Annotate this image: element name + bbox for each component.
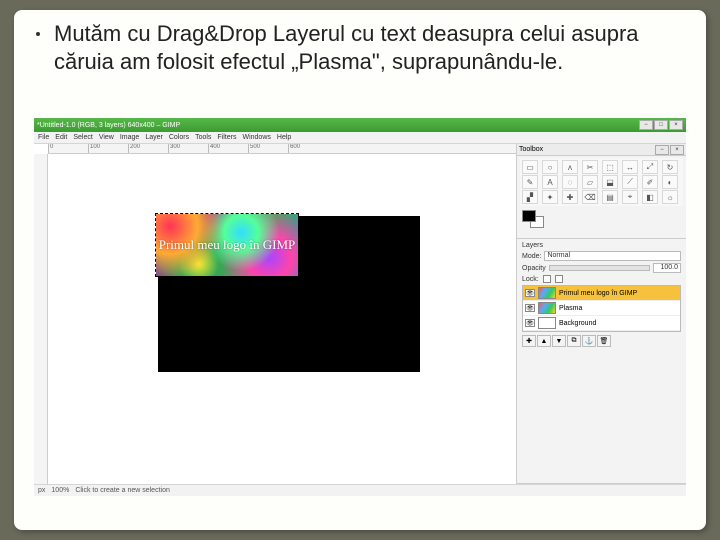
layer-name[interactable]: Plasma: [559, 305, 582, 312]
raise-layer-button[interactable]: ▲: [537, 335, 551, 347]
status-hint: Click to create a new selection: [75, 487, 170, 494]
menu-item[interactable]: Tools: [195, 134, 211, 141]
fg-bg-swatch[interactable]: [522, 210, 548, 232]
tool-button[interactable]: ✂: [582, 160, 598, 174]
opacity-label: Opacity: [522, 265, 546, 272]
visibility-toggle[interactable]: 👁: [525, 304, 535, 312]
layer-row[interactable]: 👁 Primul meu logo în GIMP: [523, 286, 680, 301]
status-unit: px: [38, 487, 45, 494]
layer-thumbnail: [538, 302, 556, 314]
tool-button[interactable]: ⟋: [622, 175, 638, 189]
minimize-button[interactable]: −: [639, 120, 653, 130]
tool-button[interactable]: ✚: [562, 190, 578, 204]
new-layer-button[interactable]: ✚: [522, 335, 536, 347]
tool-button[interactable]: ▱: [582, 175, 598, 189]
tool-button[interactable]: ⌫: [582, 190, 598, 204]
tool-button[interactable]: ✦: [542, 190, 558, 204]
window-titlebar: *Untitled-1.0 (RGB, 3 layers) 640x400 – …: [34, 118, 686, 132]
mode-select[interactable]: Normal: [544, 251, 681, 261]
menu-item[interactable]: Layer: [145, 134, 163, 141]
menu-item[interactable]: Filters: [217, 134, 236, 141]
ruler-horizontal: 0 100 200 300 400 500 600: [48, 144, 516, 154]
tool-button[interactable]: ⬓: [602, 175, 618, 189]
tool-button[interactable]: ▞: [522, 190, 538, 204]
status-bar: px 100% Click to create a new selection: [34, 484, 686, 496]
tool-button[interactable]: A: [542, 175, 558, 189]
ruler-vertical: [34, 154, 48, 484]
status-zoom[interactable]: 100%: [51, 487, 69, 494]
tool-button[interactable]: ▭: [522, 160, 538, 174]
panel-close-button[interactable]: ×: [670, 145, 684, 155]
panel-min-button[interactable]: −: [655, 145, 669, 155]
logo-text: Primul meu logo în GIMP: [159, 238, 296, 253]
window-title: *Untitled-1.0 (RGB, 3 layers) 640x400 – …: [37, 122, 180, 129]
menu-item[interactable]: File: [38, 134, 49, 141]
visibility-toggle[interactable]: 👁: [525, 319, 535, 327]
canvas-area[interactable]: 0 100 200 300 400 500 600 Primul meu log…: [34, 144, 516, 484]
menu-item[interactable]: Select: [73, 134, 92, 141]
tool-button[interactable]: ◌: [562, 175, 578, 189]
tool-button[interactable]: ✎: [522, 175, 538, 189]
layers-tab[interactable]: Layers: [522, 242, 543, 249]
delete-layer-button[interactable]: 🗑: [597, 335, 611, 347]
menu-item[interactable]: Colors: [169, 134, 189, 141]
tool-button[interactable]: ⌖: [622, 190, 638, 204]
tool-button[interactable]: ◧: [642, 190, 658, 204]
tool-button[interactable]: ✐: [642, 175, 658, 189]
layer-row[interactable]: 👁 Plasma: [523, 301, 680, 316]
menu-item[interactable]: Edit: [55, 134, 67, 141]
layer-thumbnail: [538, 317, 556, 329]
lock-label: Lock:: [522, 276, 539, 283]
duplicate-layer-button[interactable]: ⧉: [567, 335, 581, 347]
layer-name[interactable]: Background: [559, 320, 596, 327]
slide-bullet-text: Mutăm cu Drag&Drop Layerul cu text deasu…: [54, 20, 682, 75]
tool-button[interactable]: ☼: [662, 190, 678, 204]
layer-thumbnail: [538, 287, 556, 299]
tool-button[interactable]: ⤢: [642, 160, 658, 174]
plasma-text-layer[interactable]: Primul meu logo în GIMP: [156, 214, 298, 276]
menu-item[interactable]: Help: [277, 134, 291, 141]
image-canvas[interactable]: Primul meu logo în GIMP: [158, 216, 420, 372]
anchor-layer-button[interactable]: ⚓: [582, 335, 596, 347]
layers-panel: Layers Mode: Normal Opacity 100.0 Lock:: [517, 239, 686, 484]
lock-alpha-checkbox[interactable]: [555, 275, 563, 283]
bullet-icon: [36, 32, 40, 36]
lock-pixels-checkbox[interactable]: [543, 275, 551, 283]
tool-button[interactable]: ⬚: [602, 160, 618, 174]
toolbox-panel: ▭ ○ ᴧ ✂ ⬚ ↔ ⤢ ↻ ✎ A ◌ ▱ ⬓ ⟋ ✐ ◐ ▞ ✦ ✚ ⌫ ▤ ⌖ ◧ ☼: [517, 156, 686, 239]
layer-list: 👁 Primul meu logo în GIMP 👁 Plasma 👁: [522, 285, 681, 332]
visibility-toggle[interactable]: 👁: [525, 289, 535, 297]
tool-button[interactable]: ○: [542, 160, 558, 174]
lower-layer-button[interactable]: ▼: [552, 335, 566, 347]
tool-button[interactable]: ▤: [602, 190, 618, 204]
menubar: File Edit Select View Image Layer Colors…: [34, 132, 686, 144]
tool-button[interactable]: ◐: [662, 175, 678, 189]
opacity-value[interactable]: 100.0: [653, 263, 681, 273]
opacity-slider[interactable]: [549, 265, 650, 271]
menu-item[interactable]: View: [99, 134, 114, 141]
foreground-color[interactable]: [522, 210, 536, 222]
maximize-button[interactable]: □: [654, 120, 668, 130]
mode-label: Mode:: [522, 253, 541, 260]
layer-name[interactable]: Primul meu logo în GIMP: [559, 290, 637, 297]
gimp-screenshot: *Untitled-1.0 (RGB, 3 layers) 640x400 – …: [34, 118, 686, 496]
close-button[interactable]: ×: [669, 120, 683, 130]
toolbox-title: Toolbox: [519, 146, 543, 153]
menu-item[interactable]: Windows: [242, 134, 270, 141]
tool-button[interactable]: ↔: [622, 160, 638, 174]
tool-button[interactable]: ↻: [662, 160, 678, 174]
menu-item[interactable]: Image: [120, 134, 139, 141]
tool-button[interactable]: ᴧ: [562, 160, 578, 174]
layer-row[interactable]: 👁 Background: [523, 316, 680, 331]
